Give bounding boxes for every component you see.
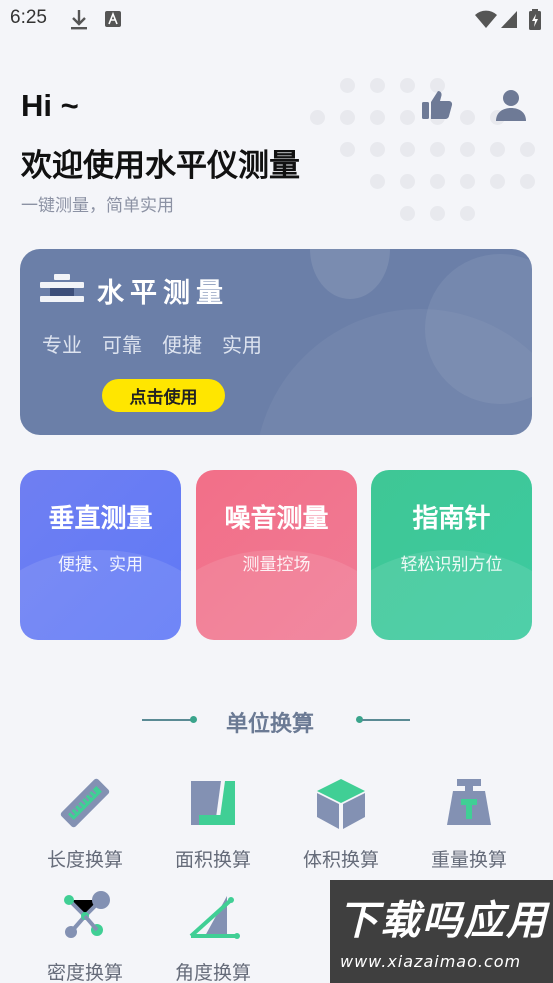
feature-title: 噪音测量: [224, 504, 329, 534]
decoration-dot: [400, 206, 415, 221]
feature-subtitle: 测量控场: [242, 555, 311, 575]
wifi-icon: [474, 9, 498, 33]
download-icon: [70, 9, 88, 35]
welcome-title: 欢迎使用水平仪测量: [21, 148, 300, 184]
subtitle: 一键测量，简单实用: [21, 196, 174, 216]
card-tag: 可靠: [102, 333, 142, 357]
angle-icon: [189, 896, 240, 939]
decoration-dot: [460, 174, 475, 189]
tool-label: 体积换算: [302, 849, 379, 871]
divider-line: [362, 719, 410, 721]
watermark-url: www.xiazaimao.com: [340, 952, 522, 971]
level-measure-card[interactable]: 水平测量 专业 可靠 便捷 实用 点击使用: [20, 249, 532, 435]
decoration-dot: [490, 142, 505, 157]
decoration-dot: [460, 142, 475, 157]
watermark: 下载吗应用 www.xiazaimao.com: [330, 880, 553, 983]
decoration-dot: [490, 174, 505, 189]
font-app-icon: [104, 9, 122, 33]
decoration-dot: [370, 142, 385, 157]
cube-icon: [317, 779, 365, 829]
card-tag: 专业: [42, 333, 82, 357]
decoration-dot: [520, 142, 535, 157]
decoration-dot: [370, 174, 385, 189]
decoration-dot: [400, 78, 415, 93]
card-decoration: [310, 249, 390, 299]
decoration-dot: [460, 206, 475, 221]
decoration-dot: [400, 142, 415, 157]
card-tag: 实用: [222, 333, 262, 357]
unit-conversion-header: 单位换算: [0, 702, 553, 738]
decoration-dot: [340, 142, 355, 157]
decoration-dot: [400, 174, 415, 189]
status-bar: 6:25: [0, 0, 553, 40]
decoration-dot: [520, 174, 535, 189]
feature-title: 垂直测量: [48, 504, 153, 534]
decoration-dot: [400, 110, 415, 125]
weight-conversion-tool[interactable]: 重量换算: [419, 775, 519, 872]
feature-subtitle: 便捷、实用: [58, 555, 143, 575]
level-tool-icon: [40, 274, 84, 308]
signal-icon: [500, 9, 518, 33]
tool-label: 密度换算: [46, 962, 123, 983]
user-icon[interactable]: [494, 88, 530, 124]
card-tag: 便捷: [162, 333, 202, 357]
length-conversion-tool[interactable]: 长度换算: [35, 775, 135, 872]
use-now-button[interactable]: 点击使用: [102, 379, 225, 412]
tool-label: 重量换算: [430, 849, 507, 871]
tool-label: 长度换算: [46, 849, 123, 871]
divider-line: [142, 719, 192, 721]
decoration-dot: [370, 110, 385, 125]
feature-subtitle: 轻松识别方位: [400, 555, 503, 575]
density-conversion-tool[interactable]: 密度换算: [35, 888, 135, 983]
decoration-dot: [310, 110, 325, 125]
density-icon: [64, 891, 110, 938]
area-icon: [191, 781, 235, 825]
thumbs-up-icon[interactable]: [420, 88, 456, 124]
noise-measure-card[interactable]: 噪音测量 测量控场: [196, 470, 357, 640]
vertical-measure-card[interactable]: 垂直测量 便捷、实用: [20, 470, 181, 640]
decoration-dot: [460, 110, 475, 125]
watermark-main: 下载吗应用: [338, 898, 548, 944]
tool-label: 角度换算: [174, 962, 251, 983]
section-title: 单位换算: [226, 712, 315, 737]
compass-card[interactable]: 指南针 轻松识别方位: [371, 470, 532, 640]
card-title: 水平测量: [97, 278, 229, 309]
feature-title: 指南针: [412, 504, 491, 534]
ruler-icon: [60, 778, 110, 828]
decoration-dot: [430, 174, 445, 189]
decoration-dot: [430, 206, 445, 221]
volume-conversion-tool[interactable]: 体积换算: [291, 775, 391, 872]
greeting: Hi ~: [21, 88, 79, 123]
weight-icon: [447, 779, 491, 825]
decoration-dot: [430, 142, 445, 157]
tool-label: 面积换算: [174, 849, 251, 871]
card-tags: 专业 可靠 便捷 实用: [42, 329, 262, 358]
battery-icon: [528, 9, 542, 35]
status-time: 6:25: [10, 7, 47, 28]
decoration-dot: [340, 78, 355, 93]
area-conversion-tool[interactable]: 面积换算: [163, 775, 263, 872]
divider-dot: [190, 716, 197, 723]
decoration-dot: [370, 78, 385, 93]
decoration-dot: [340, 110, 355, 125]
angle-conversion-tool[interactable]: 角度换算: [163, 888, 263, 983]
